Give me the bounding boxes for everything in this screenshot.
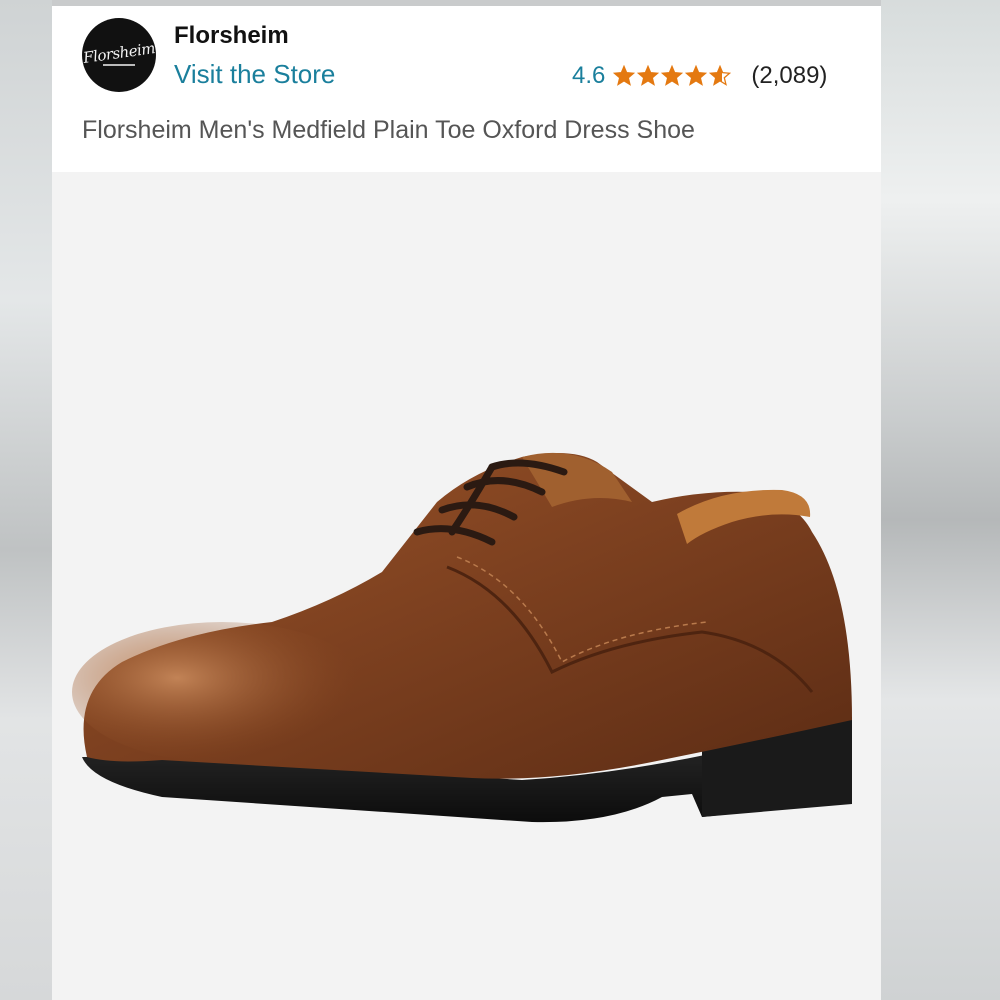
product-image[interactable] [52,172,881,1000]
background-right [881,0,1000,1000]
background-left [0,0,52,1000]
brand-logo[interactable]: Florsheim [82,18,156,92]
product-header: Florsheim Florsheim Visit the Store 4.6 … [52,6,881,172]
star-icon [661,65,684,86]
star-rating[interactable] [613,65,732,87]
star-icon [637,65,660,86]
rating-value: 4.6 [572,62,606,89]
rating-summary[interactable]: 4.6 (2,089) [572,60,827,92]
star-icon [709,65,732,86]
shoe-image [72,452,853,823]
toe-highlight [72,622,372,762]
star-icon [613,65,636,86]
logo-underline [103,64,135,66]
review-count-link[interactable]: (2,089) [751,62,827,90]
product-card: Florsheim Florsheim Visit the Store 4.6 … [52,0,881,1000]
brand-logo-text: Florsheim [82,39,156,67]
product-title: Florsheim Men's Medfield Plain Toe Oxfor… [82,116,695,144]
brand-name: Florsheim [174,22,289,49]
star-icon [685,65,708,86]
visit-store-link[interactable]: Visit the Store [174,59,335,90]
